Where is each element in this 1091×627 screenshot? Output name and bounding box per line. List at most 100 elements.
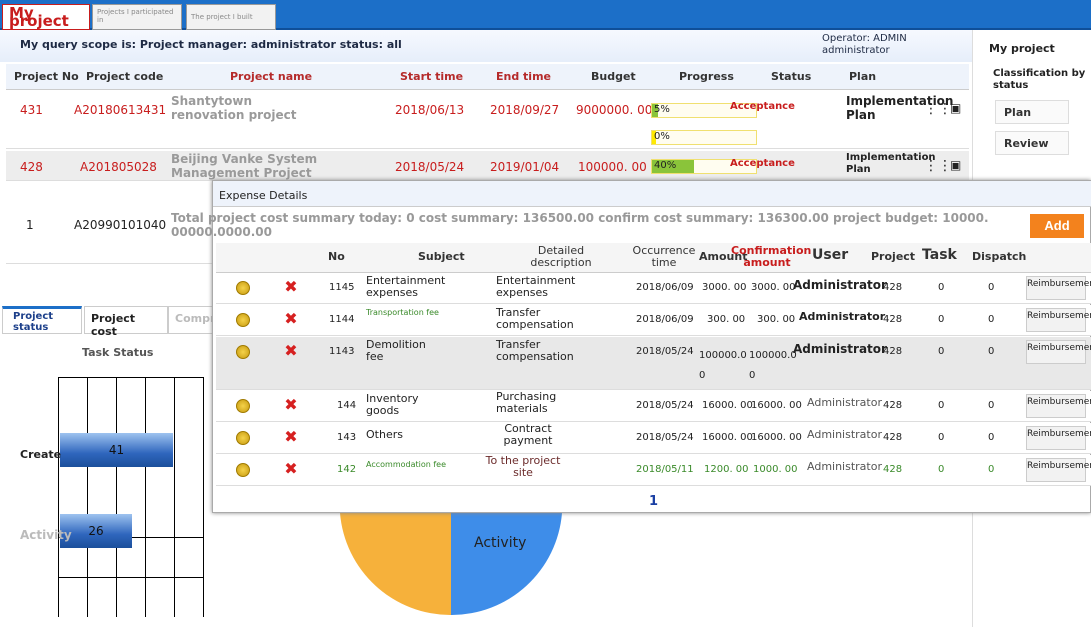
expense-row[interactable]: ✖ 143 Others Contract payment 2018/05/24…	[216, 423, 1091, 454]
delete-icon[interactable]: ✖	[284, 397, 298, 413]
expense-task: 0	[938, 464, 945, 475]
operator-text: Operator: ADMIN administrator	[822, 33, 907, 56]
expense-subject: Demolition fee	[366, 338, 426, 363]
expense-subject: Others	[366, 428, 403, 441]
reimbursement-button[interactable]: Reimbursement	[1026, 458, 1091, 482]
pie-slice-activity	[451, 513, 562, 615]
expense-task: 0	[938, 346, 945, 357]
expense-dispatch: 0	[988, 432, 995, 443]
edit-icon[interactable]	[236, 399, 250, 413]
grid-icon[interactable]: ⋮⋮	[924, 101, 952, 117]
copy-icon[interactable]: ▣	[950, 158, 961, 172]
project-row[interactable]: 428 A201805028 Beijing Vanke System Mana…	[6, 151, 969, 181]
review-filter-button[interactable]: Review	[995, 131, 1069, 155]
tab-built[interactable]: The project I built	[186, 4, 276, 30]
dialog-title: Expense Details	[219, 189, 308, 202]
expense-row[interactable]: ✖ 1144 Transportation fee Transfer compe…	[216, 305, 1091, 336]
expense-user: Administrator	[793, 278, 887, 292]
reimbursement-button[interactable]: Reimbursement	[1026, 276, 1091, 300]
delete-icon[interactable]: ✖	[284, 279, 298, 295]
chart-title: Task Status	[82, 346, 154, 359]
status-badge: Acceptance	[730, 101, 795, 112]
delete-icon[interactable]: ✖	[284, 343, 298, 359]
scope-bar: My query scope is: Project manager: admi…	[0, 30, 1091, 62]
reimbursement-button[interactable]: Reimbursement	[1026, 426, 1091, 450]
expense-row[interactable]: ✖ 144 Inventory goods Purchasing materia…	[216, 391, 1091, 422]
page-number[interactable]: 1	[649, 494, 658, 509]
th-project: Project	[871, 250, 916, 263]
add-button[interactable]: Add	[1030, 214, 1084, 238]
expense-amount: 16000. 00	[702, 432, 753, 443]
th-user: User	[812, 247, 849, 263]
project-name[interactable]: Shantytown renovation project	[171, 94, 321, 122]
chart-grid: 41 26	[58, 377, 204, 617]
th-name: Project name	[230, 70, 313, 83]
status-badge: Acceptance	[730, 158, 795, 169]
expense-confirm: 300. 00	[757, 314, 796, 325]
tab-participated[interactable]: Projects I participated in	[92, 4, 182, 30]
th-end: End time	[496, 70, 551, 83]
edit-icon[interactable]	[236, 345, 250, 359]
classification-label: Classification by status	[993, 68, 1086, 91]
th-plan: Plan	[849, 70, 877, 83]
edit-icon[interactable]	[236, 463, 250, 477]
th-subject: Subject	[418, 250, 465, 263]
th-description: Detailed description	[530, 244, 592, 269]
expense-time: 2018/06/09	[636, 314, 694, 325]
end-time: 2019/01/04	[490, 160, 560, 174]
th-no: Project No	[14, 70, 79, 83]
edit-icon[interactable]	[236, 313, 250, 327]
delete-icon[interactable]: ✖	[284, 461, 298, 477]
pie-chart	[340, 513, 562, 615]
expense-task: 0	[938, 432, 945, 443]
expense-project: 428	[883, 314, 903, 325]
project-table-header: Project No Project code Project name Sta…	[6, 64, 969, 90]
reimbursement-button[interactable]: Reimbursement	[1026, 340, 1091, 364]
tab-project-status[interactable]: Project status	[2, 306, 82, 334]
expense-project: 428	[883, 432, 903, 443]
expense-details-dialog: Expense Details Total project cost summa…	[171, 180, 1091, 513]
expense-table-header: No Subject Detailed description Occurren…	[216, 243, 1091, 273]
expense-time: 2018/05/24	[636, 400, 694, 411]
delete-icon[interactable]: ✖	[284, 429, 298, 445]
pie-slice	[340, 513, 451, 615]
tab-my-project[interactable]: My project	[2, 4, 90, 30]
th-progress: Progress	[679, 70, 734, 83]
expense-task: 0	[938, 400, 945, 411]
expense-desc: Transfer compensation	[496, 306, 574, 331]
plan-link[interactable]: Implementation Plan	[846, 152, 936, 176]
delete-icon[interactable]: ✖	[284, 311, 298, 327]
start-time: 2018/06/13	[395, 103, 465, 117]
expense-confirm: 1000. 00	[753, 464, 798, 475]
expense-dispatch: 0	[988, 400, 995, 411]
copy-icon[interactable]: ▣	[950, 101, 961, 115]
budget: 100000. 00	[578, 160, 647, 174]
plan-filter-button[interactable]: Plan	[995, 100, 1069, 124]
th-task: Task	[922, 247, 957, 263]
expense-row[interactable]: ✖ 1145 Entertainment expenses Entertainm…	[216, 273, 1091, 304]
edit-icon[interactable]	[236, 281, 250, 295]
expense-desc: To the project site	[485, 454, 561, 479]
tab-project-cost[interactable]: Project cost	[84, 306, 168, 338]
right-panel-title: My project	[989, 42, 1055, 55]
expense-confirm: 16000. 00	[751, 432, 802, 443]
project-code: A201805028	[80, 160, 157, 174]
edit-icon[interactable]	[236, 431, 250, 445]
expense-confirm: 100000.0 0	[749, 350, 797, 381]
grid-icon[interactable]: ⋮⋮	[924, 158, 952, 174]
th-budget: Budget	[591, 70, 636, 83]
pie-label: Activity	[474, 535, 527, 551]
expense-desc: Contract payment	[503, 422, 553, 447]
expense-subject: Inventory goods	[366, 392, 419, 417]
expense-dispatch: 0	[988, 282, 995, 293]
chart-category-label: Activity	[20, 528, 72, 542]
expense-confirm: 3000. 00	[751, 282, 796, 293]
th-status: Status	[771, 70, 812, 83]
expense-row[interactable]: ✖ 1143 Demolition fee Transfer compensat…	[216, 337, 1091, 390]
project-row[interactable]: 431 A20180613431 Shantytown renovation p…	[6, 91, 969, 149]
reimbursement-button[interactable]: Reimbursement	[1026, 394, 1091, 418]
project-name[interactable]: Beijing Vanke System Management Project	[171, 152, 341, 180]
reimbursement-button[interactable]: Reimbursement	[1026, 308, 1091, 332]
expense-no: 1144	[329, 314, 355, 325]
expense-row[interactable]: ✖ 142 Accommodation fee To the project s…	[216, 455, 1091, 486]
